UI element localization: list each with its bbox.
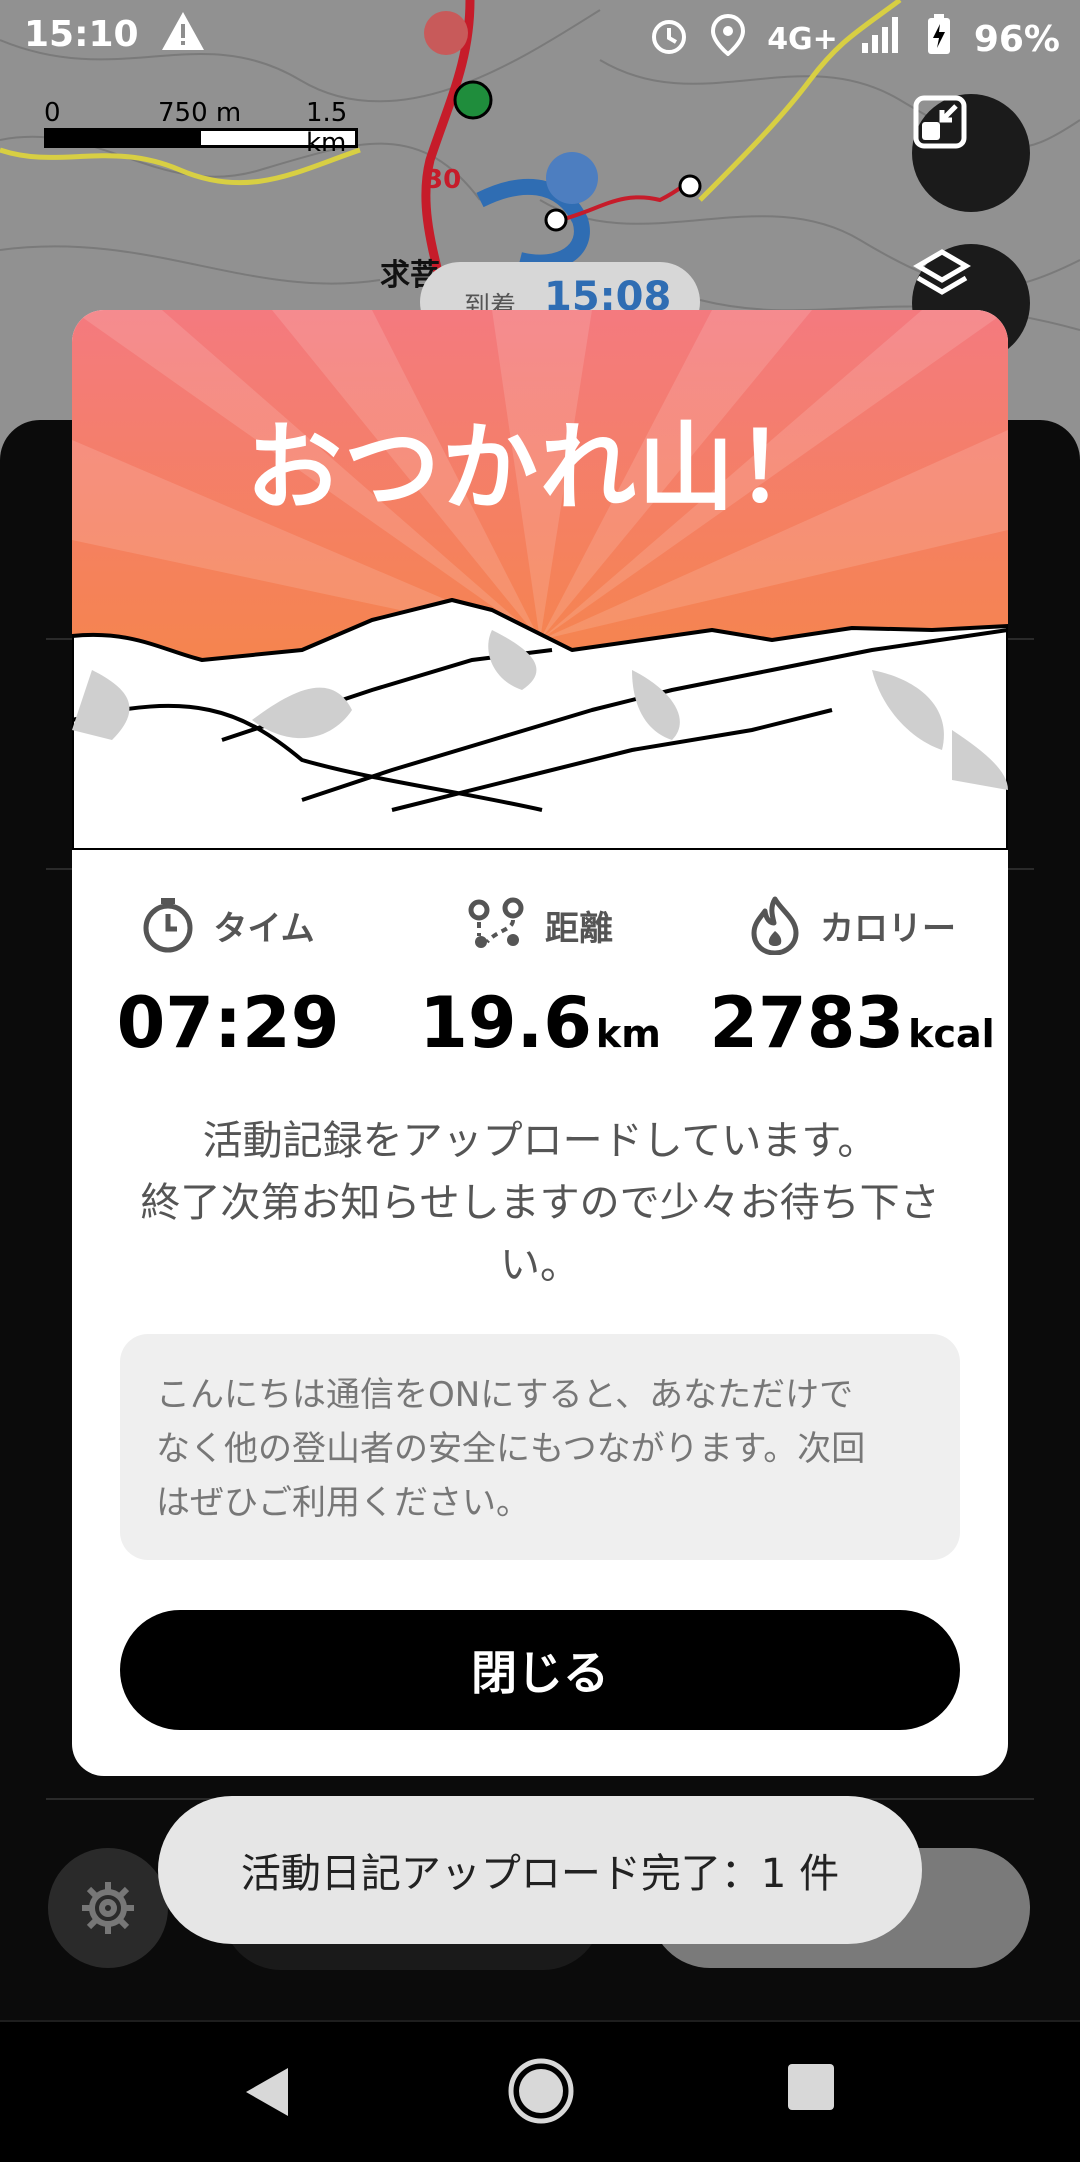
signal-icon — [860, 15, 904, 64]
upload-message-line: 終了次第お知らせしますので少々お待ち下さ — [140, 1180, 940, 1226]
map-scale: 0 750 m 1.5 km — [44, 98, 364, 158]
stat-time: タイム 07:29 — [72, 890, 384, 1064]
upload-complete-toast: 活動日記アップロード完了：1 件 — [158, 1796, 922, 1944]
settings-button[interactable] — [48, 1848, 168, 1968]
alarm-icon — [649, 15, 689, 64]
info-line: なく他の登山者の安全にもつながります。次回 — [156, 1429, 866, 1469]
back-triangle-icon — [246, 2068, 288, 2116]
fullscreen-exit-icon — [913, 95, 967, 149]
expand-map-button[interactable] — [912, 94, 1030, 212]
stat-calorie-value: 2783 — [709, 982, 905, 1064]
connectivity-info-box: こんにちは通信をONにすると、あなただけで なく他の登山者の安全にもつながります… — [120, 1334, 960, 1560]
hero-illustration: おつかれ山！ — [72, 310, 1008, 852]
close-button[interactable]: 閉じる — [120, 1610, 960, 1730]
route-icon — [468, 897, 524, 948]
location-icon — [711, 13, 746, 65]
stat-calorie: カロリー 2783 kcal — [696, 890, 1008, 1064]
flame-icon — [751, 896, 799, 955]
system-nav-bar — [0, 2020, 1080, 2162]
home-button[interactable] — [506, 2056, 576, 2126]
stat-distance-unit: km — [595, 1012, 661, 1056]
scale-label-2: 1.5 km — [306, 98, 348, 158]
back-button[interactable] — [238, 2062, 298, 2122]
stat-time-value: 07:29 — [116, 982, 340, 1064]
stat-distance: 距離 19.6 km — [384, 890, 696, 1064]
gear-icon — [82, 1882, 134, 1934]
info-line: はぜひご利用ください。 — [156, 1483, 530, 1523]
recents-square-icon — [788, 2064, 834, 2110]
status-time: 15:10 — [24, 14, 139, 55]
completion-dialog: おつかれ山！ タイム 07:29 距離 19.6 km カロリー 2783 kc… — [72, 310, 1008, 1776]
stat-calorie-label: カロリー — [820, 908, 956, 949]
recents-button[interactable] — [786, 2062, 846, 2122]
stats-row: タイム 07:29 距離 19.6 km カロリー 2783 kcal — [72, 890, 1008, 1090]
upload-message-line: い。 — [500, 1242, 580, 1288]
route-number-label: 30 — [425, 165, 462, 195]
warning-icon — [160, 10, 206, 61]
upload-message-line: 活動記録をアップロードしています。 — [202, 1118, 878, 1164]
battery-percent: 96% — [973, 19, 1060, 60]
stat-distance-label: 距離 — [545, 908, 613, 949]
status-bar: 15:10 4G+ 96% — [0, 0, 1080, 70]
stopwatch-icon — [143, 898, 193, 953]
scale-label-0: 0 — [44, 98, 61, 128]
battery-icon — [926, 14, 952, 65]
info-line: こんにちは通信をONにすると、あなただけで — [156, 1375, 854, 1415]
stat-time-label: タイム — [213, 908, 315, 949]
dialog-title: おつかれ山！ — [246, 412, 834, 524]
network-label: 4G+ — [767, 22, 838, 57]
stat-calorie-unit: kcal — [908, 1012, 995, 1056]
stat-distance-value: 19.6 — [419, 982, 592, 1064]
home-circle-icon — [508, 2058, 574, 2124]
layers-icon — [913, 249, 971, 295]
scale-label-1: 750 m — [158, 98, 242, 128]
upload-message: 活動記録をアップロードしています。 終了次第お知らせしますので少々お待ち下さ い… — [112, 1110, 968, 1296]
